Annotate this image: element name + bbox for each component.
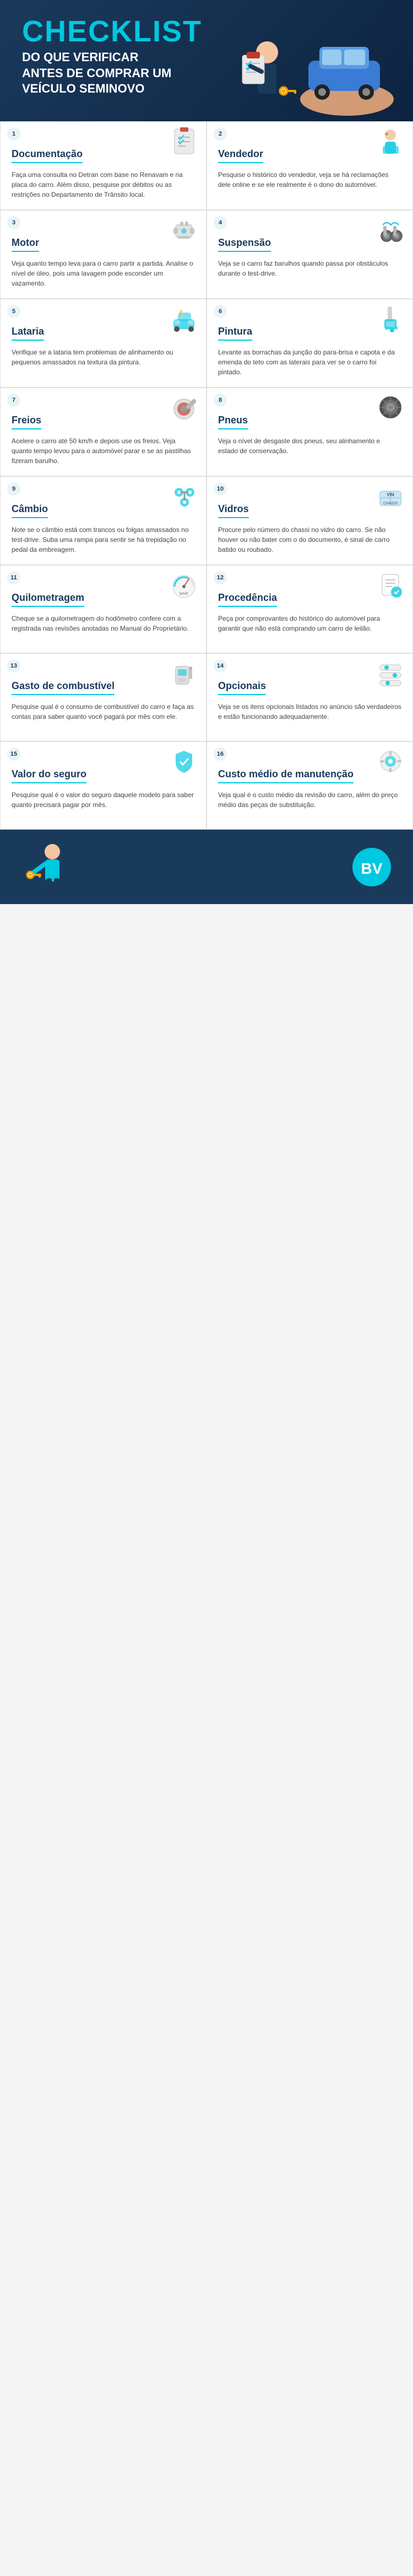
checklist-item-7: 7 Freios Acelere o carro até 50 km/h e d… <box>0 388 206 476</box>
subtitle-line1: DO QUE VERIFICAR <box>22 50 138 64</box>
header: CHECKLIST DO QUE VERIFICAR ANTES DE COMP… <box>0 0 413 121</box>
item-title-11: Quilometragem <box>12 592 84 607</box>
item-number-11: 11 <box>7 571 20 584</box>
item-desc-13: Pesquise qual é o consumo de combustível… <box>12 702 195 722</box>
footer: BV <box>0 830 413 904</box>
checklist-item-6: 6 Pintura Levante as borrachas da junção… <box>206 299 413 388</box>
item-icon-bodywork <box>169 304 199 334</box>
item-title-15: Valor do seguro <box>12 768 86 783</box>
item-desc-16: Veja qual é o custo médio da revisão do … <box>218 790 401 810</box>
checklist-item-5: 5 Lataria Verifique se a lataria tem pro… <box>0 299 206 388</box>
item-icon-gearbox <box>169 481 199 512</box>
item-title-14: Opcionais <box>218 680 266 695</box>
item-number-7: 7 <box>7 394 20 407</box>
item-icon-maintenance <box>376 746 406 777</box>
item-desc-15: Pesquise qual é o valor do seguro daquel… <box>12 790 195 810</box>
svg-text:km/h: km/h <box>180 592 188 596</box>
checklist-item-8: 8 Pneus Veja o nível de desgaste dos pne… <box>206 388 413 476</box>
header-text: CHECKLIST DO QUE VERIFICAR ANTES DE COMP… <box>22 17 391 97</box>
item-number-1: 1 <box>7 127 20 141</box>
svg-text:CHASSI: CHASSI <box>383 502 398 505</box>
checklist-item-4: 4 Suspensão Veja se o carro faz barulhos… <box>206 210 413 299</box>
item-desc-12: Peça por comprovantes do histórico do au… <box>218 614 401 633</box>
svg-text:BV: BV <box>361 860 383 877</box>
item-number-9: 9 <box>7 482 20 496</box>
header-title: CHECKLIST <box>22 17 391 46</box>
item-number-14: 14 <box>214 659 227 673</box>
checklist-item-13: 13 Gasto de combustível Pesquise qual é … <box>0 653 206 741</box>
subtitle-line2: ANTES DE COMPRAR UM <box>22 66 171 80</box>
item-number-4: 4 <box>214 216 227 229</box>
item-icon-glass: VIN CHASSI <box>376 481 406 512</box>
item-desc-14: Veja se os itens opcionais listados no a… <box>218 702 401 722</box>
item-icon-fuel <box>169 658 199 689</box>
checklist-item-16: 16 Custo médio de manutenção Veja qual é… <box>206 741 413 830</box>
item-desc-6: Levante as borrachas da junção do para-b… <box>218 347 401 377</box>
item-title-7: Freios <box>12 415 41 429</box>
checklist-item-3: 3 Motor Veja quanto tempo leva para o ca… <box>0 210 206 299</box>
item-icon-options <box>376 658 406 689</box>
item-icon-brakes <box>169 392 199 423</box>
checklist-item-2: 2 Vendedor Pesquise o histórico do vende… <box>206 121 413 210</box>
item-title-3: Motor <box>12 237 39 252</box>
item-title-13: Gasto de combustível <box>12 680 115 695</box>
item-desc-5: Verifique se a lataria tem problemas de … <box>12 347 195 367</box>
item-title-16: Custo médio de manutenção <box>218 768 354 783</box>
item-desc-1: Faça uma consulta no Detran com base no … <box>12 170 195 200</box>
item-icon-history <box>376 570 406 600</box>
item-number-3: 3 <box>7 216 20 229</box>
item-title-10: Vidros <box>218 503 249 518</box>
item-desc-8: Veja o nível de desgaste dos pneus, seu … <box>218 436 401 456</box>
item-number-12: 12 <box>214 571 227 584</box>
item-desc-7: Acelere o carro até 50 km/h e depois use… <box>12 436 195 466</box>
footer-logo: BV <box>352 848 391 886</box>
item-number-5: 5 <box>7 305 20 318</box>
checklist-item-12: 12 Procedência Peça por comprovantes do … <box>206 565 413 653</box>
item-desc-3: Veja quanto tempo leva para o carro part… <box>12 259 195 288</box>
item-icon-paint <box>376 304 406 334</box>
item-icon-insurance <box>169 746 199 777</box>
item-desc-4: Veja se o carro faz barulhos quando pass… <box>218 259 401 278</box>
checklist-item-14: 14 Opcionais Veja se os itens opcionais … <box>206 653 413 741</box>
item-number-16: 16 <box>214 747 227 761</box>
item-number-6: 6 <box>214 305 227 318</box>
item-desc-10: Procure pelo número do chassi no vidro d… <box>218 525 401 555</box>
checklist-item-15: 15 Valor do seguro Pesquise qual é o val… <box>0 741 206 830</box>
item-title-8: Pneus <box>218 415 248 429</box>
item-title-12: Procedência <box>218 592 277 607</box>
item-desc-9: Note se o câmbio está com trancos ou fol… <box>12 525 195 555</box>
item-icon-odometer: km/h <box>169 570 199 600</box>
svg-text:VIN: VIN <box>387 492 394 497</box>
checklist-item-10: 10 VIN CHASSI Vidros Procure pelo número… <box>206 476 413 565</box>
item-title-4: Suspensão <box>218 237 271 252</box>
item-icon-tires <box>376 392 406 423</box>
header-subtitle: DO QUE VERIFICAR ANTES DE COMPRAR UM VEÍ… <box>22 50 391 97</box>
item-title-6: Pintura <box>218 326 252 341</box>
item-title-2: Vendedor <box>218 148 263 163</box>
item-title-1: Documentação <box>12 148 83 163</box>
item-desc-11: Cheque se a quilometragem do hodômetro c… <box>12 614 195 633</box>
item-number-2: 2 <box>214 127 227 141</box>
item-title-9: Câmbio <box>12 503 48 518</box>
checklist-item-11: 11 km/h Quilometragem Cheque se a quilom… <box>0 565 206 653</box>
subtitle-line3: VEÍCULO SEMINOVO <box>22 82 144 95</box>
item-title-5: Lataria <box>12 326 44 341</box>
checklist-grid: 1 Documentação Faça uma consulta no Detr… <box>0 121 413 830</box>
checklist-item-1: 1 Documentação Faça uma consulta no Detr… <box>0 121 206 210</box>
item-icon-engine <box>169 215 199 245</box>
checklist-item-9: 9 Câmbio Note se o câmbio está com tranc… <box>0 476 206 565</box>
item-number-10: 10 <box>214 482 227 496</box>
item-number-8: 8 <box>214 394 227 407</box>
item-number-15: 15 <box>7 747 20 761</box>
footer-illustration <box>22 841 88 893</box>
logo-circle: BV <box>352 848 391 886</box>
item-desc-2: Pesquise o histórico do vendedor, veja s… <box>218 170 401 190</box>
item-icon-suspension <box>376 215 406 245</box>
item-icon-person <box>376 126 406 157</box>
item-number-13: 13 <box>7 659 20 673</box>
item-icon-doc <box>169 126 199 157</box>
